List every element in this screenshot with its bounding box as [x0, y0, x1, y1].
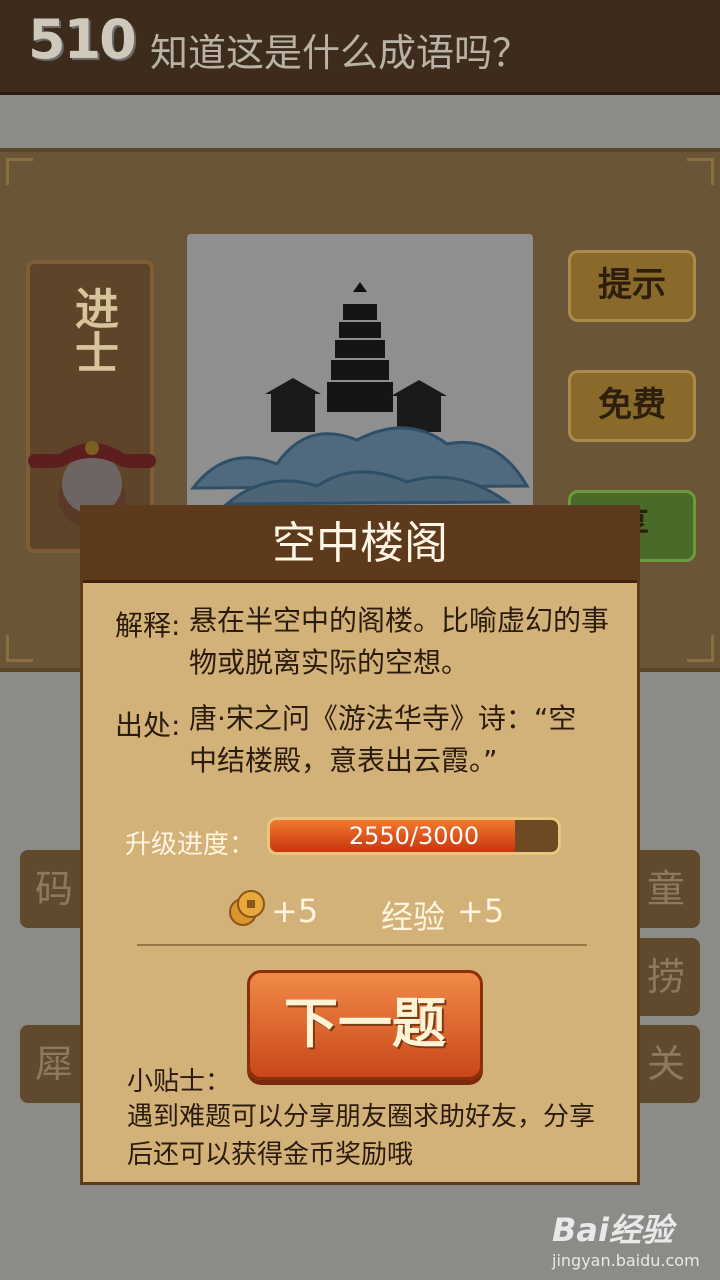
tip-title: 小贴士：: [127, 1067, 232, 1097]
coin-reward: +5: [271, 892, 319, 930]
source-label: 出处:: [115, 709, 181, 742]
progress-bar: 2550/3000: [267, 817, 561, 855]
pagoda-clouds-illustration: [189, 282, 530, 506]
free-button[interactable]: 免费: [568, 370, 696, 442]
answer-tile[interactable]: 童: [632, 850, 700, 928]
answer-tile[interactable]: 关: [632, 1025, 700, 1103]
explain-label: 解释:: [115, 609, 181, 642]
top-bar: 510 知道这是什么成语吗？: [0, 0, 720, 95]
watermark-url: jingyan.baidu.com: [552, 1251, 700, 1270]
corner-ornament: [687, 158, 714, 185]
progress-label: 升级进度：: [125, 830, 256, 860]
question-title: 知道这是什么成语吗？: [150, 31, 531, 75]
explain-text: 悬在半空中的阁楼。比喻虚幻的事物或脱离实际的空想。: [189, 604, 610, 679]
exp-reward: +5: [457, 892, 505, 930]
rank-label: 进士: [67, 286, 118, 374]
corner-ornament: [687, 635, 714, 662]
answer-tile[interactable]: 捞: [632, 938, 700, 1016]
divider: [137, 944, 587, 946]
hint-button[interactable]: 提示: [568, 250, 696, 322]
answer-tile[interactable]: 犀: [20, 1025, 88, 1103]
exp-label: 经验: [381, 898, 446, 936]
source-text: 唐·宋之问《游法华寺》诗：“空中结楼殿，意表出云霞。”: [189, 702, 577, 777]
watermark-logo: Bai经验: [552, 1211, 673, 1249]
coin-icon: [229, 890, 265, 926]
level-number: 510: [28, 8, 137, 71]
corner-ornament: [6, 158, 33, 185]
result-dialog: 空中楼阁 解释: 悬在半空中的阁楼。比喻虚幻的事物或脱离实际的空想。 出处: 唐…: [80, 505, 640, 1185]
dialog-header: 空中楼阁: [83, 508, 637, 583]
next-question-button[interactable]: 下一题: [247, 970, 483, 1080]
watermark: Bai经验 jingyan.baidu.com: [552, 1205, 712, 1270]
answer-tile[interactable]: 码: [20, 850, 88, 928]
tip-text: 遇到难题可以分享朋友圈求助好友，分享后还可以获得金币奖励哦: [127, 1102, 596, 1170]
idiom-answer: 空中楼阁: [272, 518, 448, 569]
corner-ornament: [6, 635, 33, 662]
puzzle-image: [187, 234, 533, 524]
progress-text: 2550/3000: [348, 822, 480, 850]
